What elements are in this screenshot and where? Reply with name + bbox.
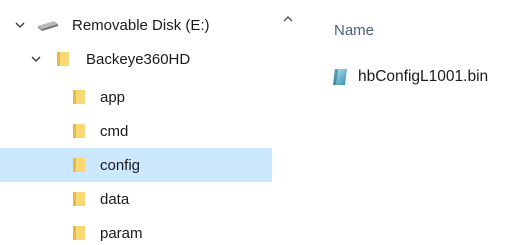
tree-item-label: Removable Disk (E:): [72, 16, 210, 34]
tree-item-label: config: [100, 156, 141, 174]
nav-scrollbar[interactable]: [272, 0, 304, 245]
folder-icon: [72, 123, 86, 139]
tree-item-label: app: [100, 88, 126, 106]
file-item[interactable]: hbConfigL1001.bin: [330, 64, 518, 90]
tree-item-app[interactable]: app: [0, 80, 272, 114]
chevron-down-icon[interactable]: [30, 53, 42, 65]
tree-item-data[interactable]: data: [0, 182, 272, 216]
column-header-name[interactable]: Name: [334, 22, 374, 39]
folder-icon: [72, 89, 86, 105]
tree-item-param[interactable]: param: [0, 216, 272, 245]
folder-icon: [72, 191, 86, 207]
bin-file-icon: [330, 67, 350, 87]
tree-item-label: Backeye360HD: [86, 50, 191, 68]
folder-icon: [72, 225, 86, 241]
tree-item-label: data: [100, 190, 130, 208]
tree-item-cmd[interactable]: cmd: [0, 114, 272, 148]
usb-drive-icon: [36, 18, 60, 32]
navigation-pane: Removable Disk (E:) Backeye360HD app cmd: [0, 0, 272, 245]
folder-icon: [56, 51, 70, 67]
file-list-pane: Name hbConfigL1001.bin: [304, 0, 518, 245]
tree-item-config[interactable]: config: [0, 148, 272, 182]
tree-item-removable-disk[interactable]: Removable Disk (E:): [0, 8, 272, 42]
tree-item-backeye360hd[interactable]: Backeye360HD: [0, 42, 272, 76]
tree-item-label: param: [100, 224, 143, 242]
scroll-up-arrow-icon[interactable]: [280, 12, 296, 26]
tree-item-label: cmd: [100, 122, 129, 140]
chevron-down-icon[interactable]: [14, 19, 26, 31]
folder-icon: [72, 157, 86, 173]
file-name: hbConfigL1001.bin: [358, 68, 489, 85]
